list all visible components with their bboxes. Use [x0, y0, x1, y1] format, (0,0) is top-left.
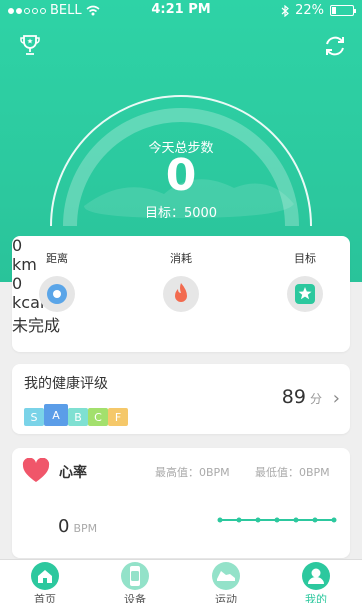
flame-icon	[163, 276, 199, 312]
tab-device[interactable]: 设备	[95, 562, 175, 603]
grade-f: F	[108, 408, 128, 426]
tab-label: 运动	[215, 593, 237, 603]
heart-rate-max: 最高值：0BPM	[155, 466, 230, 479]
heart-rate-card[interactable]: 心率 最高值：0BPM 最低值：0BPM 0 BPM	[12, 448, 350, 558]
user-icon	[302, 562, 330, 590]
battery-icon	[330, 5, 356, 16]
battery-percent: 22%	[295, 3, 324, 18]
trophy-icon[interactable]	[18, 33, 42, 57]
tab-label: 首页	[34, 593, 56, 603]
refresh-icon[interactable]	[322, 33, 348, 59]
stat-title: 消耗	[170, 252, 192, 265]
watch-icon	[121, 562, 149, 590]
tab-sport[interactable]: 运动	[186, 562, 266, 603]
location-icon	[39, 276, 75, 312]
status-right: 22%	[281, 3, 356, 18]
grade-c: C	[88, 408, 108, 426]
stat-title: 目标	[294, 252, 316, 265]
grade-a: A	[44, 404, 68, 426]
stats-card: 距离 0 km 消耗 0 kcal 目标 未完成	[12, 236, 350, 352]
tab-mine[interactable]: 我的	[276, 562, 356, 603]
stat-title: 距离	[46, 252, 68, 265]
grade-s: S	[24, 408, 44, 426]
score-value: 89	[281, 386, 306, 408]
bluetooth-icon	[281, 4, 290, 17]
chevron-right-icon[interactable]: ›	[333, 388, 340, 409]
tab-home[interactable]: 首页	[5, 562, 85, 603]
status-bar: BELL 4:21 PM 22%	[0, 0, 362, 20]
sneaker-icon	[212, 562, 240, 590]
heart-rate-current: 0 BPM	[58, 516, 97, 537]
health-score: 89 分	[282, 386, 322, 408]
score-unit: 分	[309, 392, 322, 406]
health-rating-card[interactable]: 我的健康评级 S A B C F 89 分 ›	[12, 364, 350, 434]
stat-goal: 目标	[250, 250, 360, 312]
grade-b: B	[68, 408, 88, 426]
heart-rate-unit: BPM	[73, 522, 98, 535]
grade-scale: S A B C F	[24, 404, 128, 426]
tab-label: 我的	[305, 593, 327, 603]
star-badge-icon	[287, 276, 323, 312]
heart-rate-title: 心率	[59, 465, 87, 481]
tab-label: 设备	[124, 593, 146, 603]
stat-distance: 距离	[2, 250, 112, 312]
tab-bar: 首页 设备 运动 我的	[0, 559, 362, 603]
heart-rate-value: 0	[58, 516, 70, 537]
heart-rate-min: 最低值：0BPM	[255, 466, 330, 479]
stat-calories: 消耗	[126, 250, 236, 312]
heart-rate-sparkline	[217, 517, 337, 523]
step-goal: 目标：5000	[144, 206, 218, 221]
home-icon	[31, 562, 59, 590]
heart-icon	[22, 458, 50, 482]
stat-value-goal: 未完成	[12, 316, 61, 335]
health-rating-title: 我的健康评级	[24, 376, 108, 392]
steps-value: 0	[165, 150, 197, 201]
